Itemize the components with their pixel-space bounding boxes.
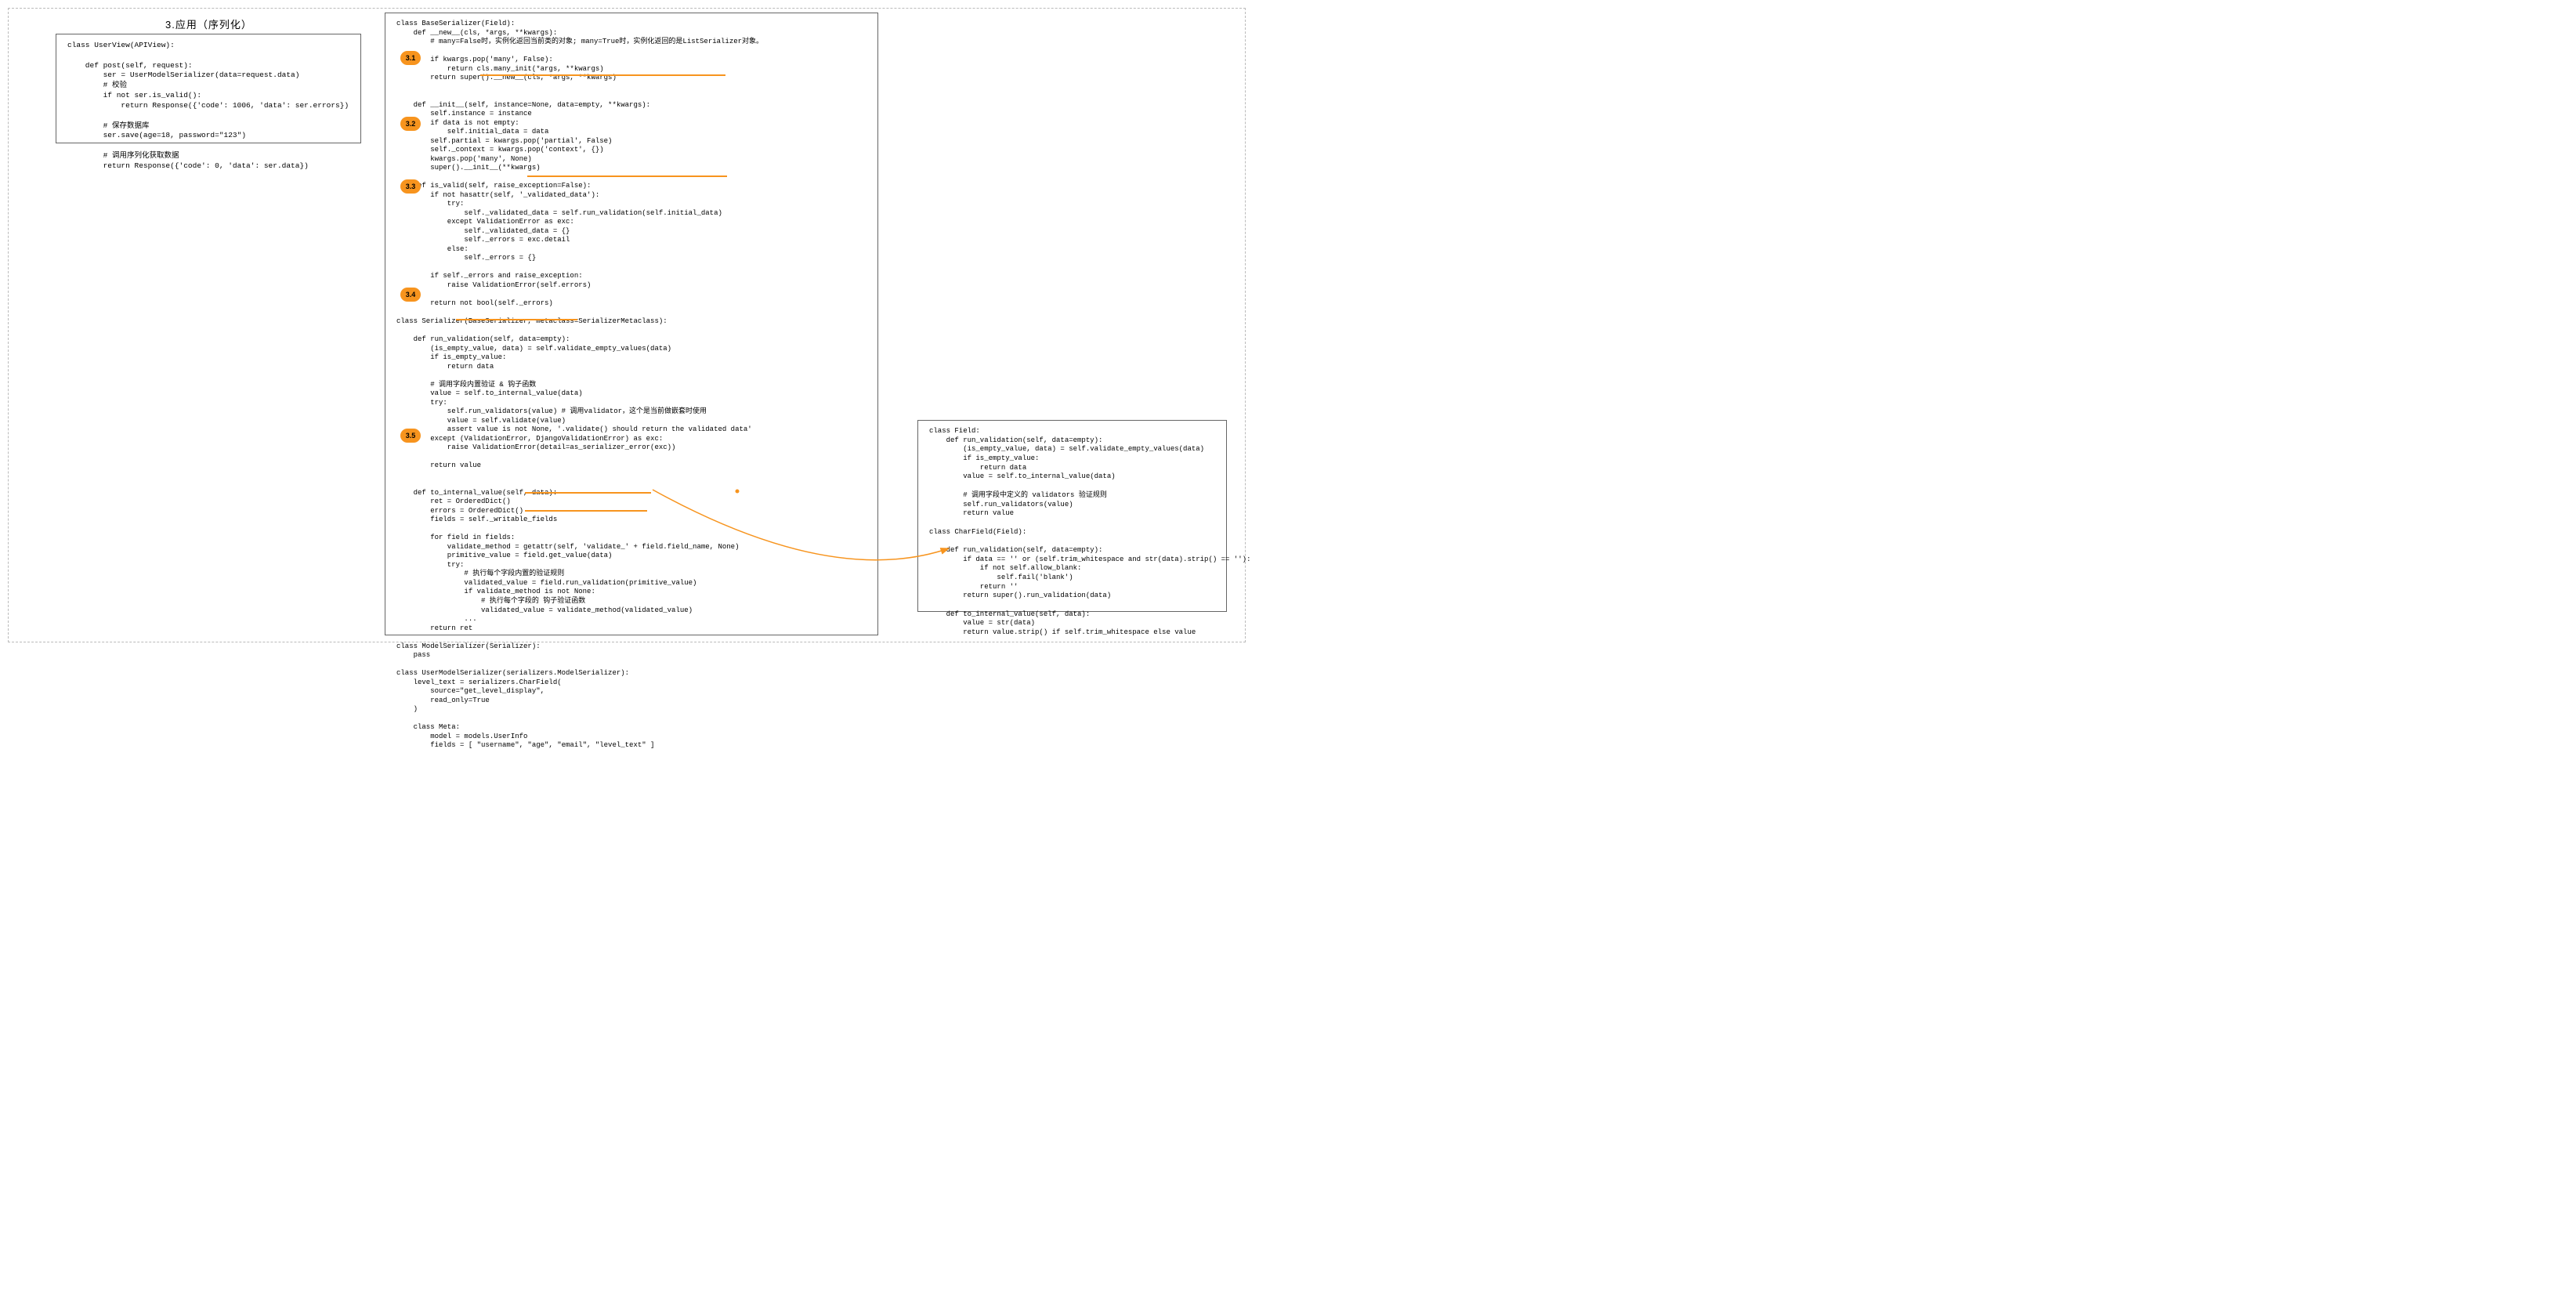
badge-3-3: 3.3 <box>400 179 421 194</box>
badge-3-4: 3.4 <box>400 288 421 302</box>
code-box-field: class Field: def run_validation(self, da… <box>917 420 1227 612</box>
badge-3-5: 3.5 <box>400 429 421 443</box>
badge-3-1: 3.1 <box>400 51 421 65</box>
underline-to-internal-value <box>456 319 577 320</box>
underline-new <box>480 74 725 76</box>
underline-run-validation <box>527 175 727 177</box>
section-title: 3.应用（序列化） <box>165 16 252 31</box>
code-box-serializers: class BaseSerializer(Field): def __new__… <box>385 13 878 635</box>
underline-validate-method <box>525 510 647 512</box>
badge-3-2: 3.2 <box>400 117 421 131</box>
code-box-userview: class UserView(APIView): def post(self, … <box>56 34 361 143</box>
underline-field-run-validation <box>525 492 651 494</box>
diagram-container: 3.应用（序列化） class UserView(APIView): def p… <box>8 8 1246 642</box>
